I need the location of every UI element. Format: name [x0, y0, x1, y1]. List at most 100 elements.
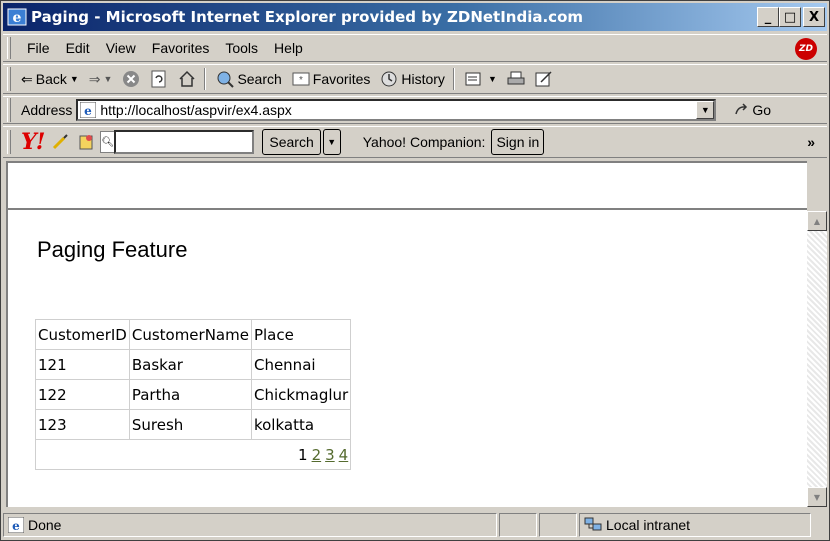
yahoo-search-dropdown[interactable]: ▼ [322, 129, 341, 155]
scroll-up-icon: ▲ [813, 216, 821, 226]
mail-button[interactable]: ▼ [465, 70, 497, 88]
forward-dropdown-icon: ▼ [103, 74, 113, 84]
chevron-down-icon: ▼ [327, 137, 337, 147]
zd-brand-logo: ZD [795, 38, 817, 60]
back-dropdown-icon: ▼ [69, 74, 79, 84]
pager-current-page: 1 [298, 445, 308, 464]
favorites-button[interactable]: * Favorites [292, 70, 371, 88]
cell-customer-name: Suresh [128, 409, 252, 440]
menu-tools[interactable]: Tools [225, 40, 258, 56]
pager: 1234 [34, 439, 352, 470]
menu-favorites[interactable]: Favorites [152, 40, 210, 56]
svg-text:e: e [85, 104, 93, 118]
page-viewport [6, 161, 807, 210]
sign-in-button[interactable]: Sign in [491, 129, 545, 155]
menu-bar: File Edit View Favorites Tools Help ZD [3, 34, 827, 62]
status-panel-progress [499, 513, 537, 537]
scroll-up-button[interactable]: ▲ [807, 211, 827, 231]
menu-grip[interactable] [7, 37, 11, 59]
cell-place: Chickmaglur [250, 379, 352, 410]
highlight-pen-icon[interactable] [50, 132, 70, 152]
cell-customer-name: Partha [128, 379, 252, 410]
vertical-scrollbar[interactable]: ▲ ▼ [807, 211, 827, 507]
go-label: Go [752, 102, 772, 118]
address-input[interactable]: e http://localhost/aspvir/ex4.aspx ▼ [76, 99, 717, 121]
history-label: History [401, 71, 445, 87]
table-row: 121 Baskar Chennai [35, 349, 352, 380]
yahoo-search-input[interactable] [114, 130, 255, 154]
search-label: Search [237, 71, 282, 87]
close-button[interactable]: X [803, 7, 825, 27]
print-icon [507, 71, 525, 85]
status-panel-security [539, 513, 577, 537]
mail-dropdown-icon: ▼ [487, 74, 497, 84]
browser-window: e Paging - Microsoft Internet Explorer p… [0, 0, 830, 541]
window-title: Paging - Microsoft Internet Explorer pro… [31, 8, 584, 26]
edit-icon [535, 71, 552, 87]
local-intranet-icon [584, 517, 602, 531]
address-label: Address [21, 102, 73, 118]
svg-text:*: * [299, 75, 303, 86]
history-button[interactable]: History [380, 70, 445, 88]
menu-view[interactable]: View [106, 40, 136, 56]
edit-button[interactable] [535, 70, 553, 88]
home-icon [179, 70, 195, 87]
chevron-down-icon: ▼ [700, 105, 710, 115]
address-bar: Address e http://localhost/aspvir/ex4.as… [3, 96, 827, 124]
favorites-label: Favorites [312, 71, 371, 87]
header-customer-name: CustomerName [128, 319, 252, 350]
home-button[interactable] [178, 70, 196, 88]
scroll-down-button[interactable]: ▼ [807, 487, 827, 507]
back-button[interactable]: ⇐ Back ▼ [21, 71, 79, 88]
table-row: 123 Suresh kolkatta [35, 409, 352, 440]
page-ie-icon: e [80, 102, 97, 118]
search-button[interactable]: Search [216, 70, 282, 88]
refresh-icon [151, 70, 166, 88]
status-bar: e Done Local intranet [3, 511, 827, 539]
svg-text:e: e [12, 519, 20, 533]
header-customer-id: CustomerID [35, 319, 130, 350]
go-button[interactable]: Go [734, 102, 771, 118]
maximize-icon: □ [783, 9, 797, 25]
toolbar-overflow-button[interactable]: » [807, 134, 815, 150]
yahoo-search-button[interactable]: Search [262, 129, 321, 155]
yahoo-grip[interactable] [7, 130, 11, 154]
menu-file[interactable]: File [27, 40, 50, 56]
pager-link-page-2[interactable]: 2 [312, 446, 322, 464]
grid-header-row: CustomerID CustomerName Place [35, 319, 352, 350]
table-row: 122 Partha Chickmaglur [35, 379, 352, 410]
title-bar[interactable]: e Paging - Microsoft Internet Explorer p… [3, 3, 827, 31]
go-arrow-icon [735, 103, 748, 115]
search-globe-icon [217, 71, 235, 88]
yahoo-logo[interactable]: Y! [21, 129, 45, 155]
sign-in-label: Sign in [496, 134, 540, 150]
cell-place: kolkatta [250, 409, 352, 440]
pager-link-page-3[interactable]: 3 [325, 446, 335, 464]
menu-help[interactable]: Help [274, 40, 303, 56]
menu-edit[interactable]: Edit [66, 40, 90, 56]
cell-customer-name: Baskar [128, 349, 252, 380]
address-grip[interactable] [7, 98, 11, 122]
magnifier-icon: 🔍︎ [100, 131, 115, 153]
stop-button[interactable] [122, 70, 140, 88]
minimize-button[interactable]: _ [757, 7, 779, 27]
security-zone-panel[interactable]: Local intranet [579, 513, 811, 537]
toolbar-separator [452, 68, 455, 90]
pager-link-page-4[interactable]: 4 [339, 446, 349, 464]
forward-button[interactable]: ⇒ ▼ [89, 71, 113, 88]
svg-text:e: e [13, 10, 22, 26]
toolbar-grip[interactable] [7, 67, 11, 91]
print-button[interactable] [507, 70, 525, 88]
status-main-panel: e Done [3, 513, 497, 537]
cell-customer-id: 123 [35, 409, 130, 440]
close-icon: X [808, 9, 820, 25]
back-arrow-icon: ⇐ [21, 70, 33, 87]
refresh-button[interactable] [150, 70, 168, 88]
back-label: Back [35, 71, 67, 87]
ie-logo-icon: e [7, 8, 27, 26]
bookmarks-icon[interactable] [76, 132, 96, 152]
address-dropdown[interactable]: ▼ [696, 101, 715, 119]
yahoo-search-box[interactable]: 🔍︎ [100, 130, 255, 154]
toolbar-separator [204, 68, 207, 90]
maximize-button[interactable]: □ [779, 7, 801, 27]
